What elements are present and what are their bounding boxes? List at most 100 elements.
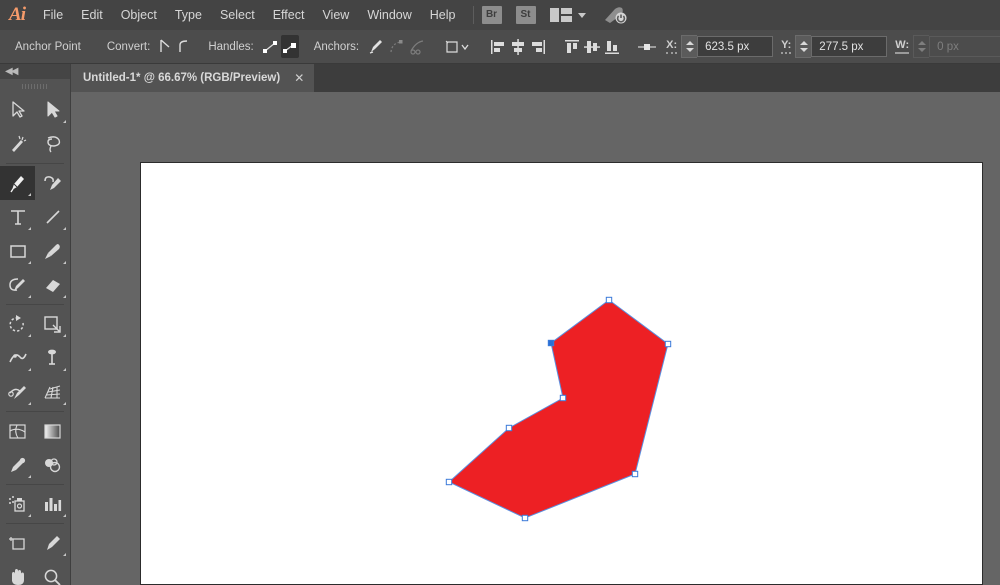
tool-group-color — [0, 414, 70, 482]
tool-expand-corner — [63, 120, 66, 123]
cut-path-icon[interactable] — [408, 35, 427, 58]
anchor-point[interactable] — [446, 479, 451, 484]
direct-selection-tool[interactable] — [35, 93, 70, 127]
selection-tool[interactable] — [0, 93, 35, 127]
align-horizontal-center-icon[interactable] — [509, 35, 527, 58]
transform-object-dropdown[interactable] — [443, 35, 473, 58]
anchor-point-selected[interactable] — [548, 340, 553, 345]
anchor-point[interactable] — [665, 341, 670, 346]
anchor-point[interactable] — [506, 425, 511, 430]
x-stepper[interactable] — [681, 35, 697, 58]
menu-window[interactable]: Window — [358, 0, 420, 30]
shape-builder-tool[interactable] — [0, 375, 35, 409]
hand-tool[interactable] — [0, 560, 35, 585]
gradient-tool[interactable] — [35, 414, 70, 448]
tool-expand-corner — [28, 402, 31, 405]
w-input[interactable]: 0 px — [929, 36, 1000, 57]
tool-expand-corner — [63, 334, 66, 337]
convert-label: Convert: — [101, 41, 156, 53]
stock-button[interactable]: St — [516, 6, 536, 24]
menu-help[interactable]: Help — [421, 0, 465, 30]
tool-expand-corner — [28, 193, 31, 196]
menu-type[interactable]: Type — [166, 0, 211, 30]
red-polygon-path[interactable] — [449, 300, 668, 518]
y-stepper[interactable] — [795, 35, 811, 58]
chevron-down-icon — [578, 13, 586, 18]
menu-edit[interactable]: Edit — [72, 0, 112, 30]
anchor-point[interactable] — [522, 515, 527, 520]
align-vertical-center-icon[interactable] — [583, 35, 601, 58]
column-graph-tool[interactable] — [35, 487, 70, 521]
hide-handles-icon[interactable] — [281, 35, 299, 58]
anchor-point[interactable] — [632, 471, 637, 476]
anchor-point[interactable] — [560, 395, 565, 400]
rocket-power-icon[interactable] — [602, 5, 628, 25]
double-chevron-left-icon[interactable]: ◀◀ — [5, 67, 16, 77]
align-bottom-icon[interactable] — [603, 35, 621, 58]
x-input[interactable]: 623.5 px — [697, 36, 773, 57]
connect-anchors-icon[interactable] — [387, 35, 406, 58]
width-tool[interactable] — [0, 341, 35, 375]
close-icon[interactable]: ✕ — [294, 72, 304, 84]
bridge-button[interactable]: Br — [482, 6, 502, 24]
rectangle-tool[interactable] — [0, 234, 35, 268]
zoom-tool[interactable] — [35, 560, 70, 585]
free-transform-tool[interactable] — [35, 341, 70, 375]
panel-drag-grip[interactable] — [0, 79, 70, 93]
shape-layer — [71, 92, 1000, 585]
perspective-grid-tool[interactable] — [35, 375, 70, 409]
handles-label: Handles: — [202, 41, 259, 53]
scale-tool[interactable] — [35, 307, 70, 341]
convert-to-corner-icon[interactable] — [157, 35, 174, 58]
w-label: W: — [895, 39, 909, 54]
align-right-icon[interactable] — [529, 35, 547, 58]
document-tab[interactable]: Untitled-1* @ 66.67% (RGB/Preview) ✕ — [70, 64, 314, 92]
menu-bar: Ai File Edit Object Type Select Effect V… — [0, 0, 1000, 30]
tools-panel-header: ◀◀ — [0, 64, 70, 79]
tool-expand-corner — [28, 261, 31, 264]
menu-object[interactable]: Object — [112, 0, 166, 30]
menu-view[interactable]: View — [313, 0, 358, 30]
paintbrush-tool[interactable] — [35, 234, 70, 268]
reference-point-icon[interactable] — [636, 41, 660, 53]
blend-tool[interactable] — [35, 448, 70, 482]
lasso-tool[interactable] — [35, 127, 70, 161]
anchor-point[interactable] — [606, 297, 611, 302]
tools-divider-4 — [6, 484, 64, 485]
tool-expand-corner — [63, 402, 66, 405]
pen-tool[interactable] — [0, 166, 35, 200]
convert-to-smooth-icon[interactable] — [176, 35, 193, 58]
w-stepper[interactable] — [913, 35, 929, 58]
canvas-area[interactable] — [71, 92, 1000, 585]
eyedropper-tool[interactable] — [0, 448, 35, 482]
tool-expand-corner — [63, 227, 66, 230]
width-group: W: 0 px — [889, 35, 1000, 58]
mesh-tool[interactable] — [0, 414, 35, 448]
magic-wand-tool[interactable] — [0, 127, 35, 161]
remove-anchor-icon[interactable] — [366, 35, 385, 58]
tools-divider-5 — [6, 523, 64, 524]
align-left-icon[interactable] — [489, 35, 507, 58]
menubar-divider — [473, 6, 474, 24]
tool-expand-corner — [63, 553, 66, 556]
show-handles-icon[interactable] — [261, 35, 279, 58]
slice-tool[interactable] — [35, 526, 70, 560]
align-top-icon[interactable] — [563, 35, 581, 58]
symbol-sprayer-tool[interactable] — [0, 487, 35, 521]
curvature-tool[interactable] — [35, 166, 70, 200]
type-tool[interactable] — [0, 200, 35, 234]
shaper-pencil-tool[interactable] — [0, 268, 35, 302]
artboard-tool[interactable] — [0, 526, 35, 560]
tool-expand-corner — [28, 295, 31, 298]
rotate-tool[interactable] — [0, 307, 35, 341]
y-input[interactable]: 277.5 px — [811, 36, 887, 57]
menu-select[interactable]: Select — [211, 0, 264, 30]
tool-group-drawing — [0, 166, 70, 302]
line-segment-tool[interactable] — [35, 200, 70, 234]
eraser-tool[interactable] — [35, 268, 70, 302]
menu-file[interactable]: File — [34, 0, 72, 30]
tools-panel: ◀◀ — [0, 64, 71, 585]
workspace-switcher-button[interactable] — [550, 8, 586, 22]
tool-group-selection — [0, 93, 70, 161]
menu-effect[interactable]: Effect — [264, 0, 314, 30]
